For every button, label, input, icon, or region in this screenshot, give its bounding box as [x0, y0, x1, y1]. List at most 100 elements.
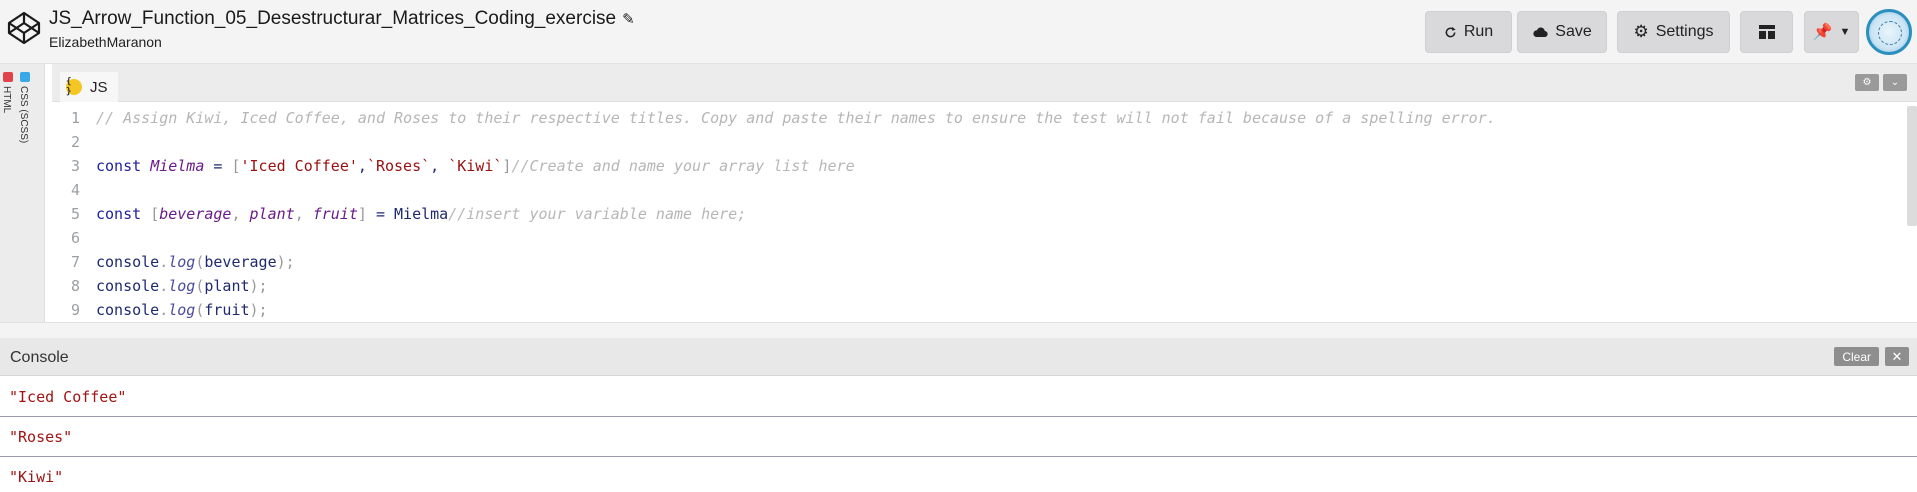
console-title: Console: [10, 349, 69, 366]
code-token: fruit: [312, 205, 358, 223]
code-area[interactable]: 1 // Assign Kiwi, Iced Coffee, and Roses …: [52, 102, 1917, 322]
code-token: =: [204, 157, 232, 175]
console-log-entry: "Kiwi": [0, 457, 1917, 492]
js-editor[interactable]: { } JS ⚙ ⌄ 1 // Assign Kiwi, Iced Coffee,…: [52, 64, 1917, 322]
code-text[interactable]: // Assign Kiwi, Iced Coffee, and Roses t…: [96, 109, 1496, 127]
edit-pencil-icon[interactable]: ✎: [622, 10, 635, 28]
tab-js[interactable]: { } JS: [60, 72, 118, 102]
gear-icon: ⚙: [1633, 22, 1649, 41]
code-token: //Create and name your array list here: [511, 157, 855, 175]
code-token: console: [96, 253, 160, 271]
refresh-icon: [1445, 26, 1456, 37]
editor-collapse-chevron-icon[interactable]: ⌄: [1883, 74, 1907, 91]
user-avatar[interactable]: [1866, 9, 1912, 55]
console-clear-button[interactable]: Clear: [1834, 347, 1879, 366]
resize-divider[interactable]: [0, 322, 1917, 338]
console-log-entry: "Roses": [0, 417, 1917, 457]
code-token: .: [159, 301, 169, 319]
code-token: 'Iced Coffee': [240, 157, 358, 175]
code-token: =: [366, 205, 395, 223]
code-token: const: [96, 205, 151, 223]
code-token: log: [168, 277, 196, 295]
code-token: const: [96, 157, 151, 175]
code-token: );: [249, 277, 268, 295]
code-token: ,: [430, 157, 449, 175]
code-token: .: [159, 253, 169, 271]
css-badge-icon: [20, 72, 30, 82]
code-text[interactable]: console.log(fruit);: [96, 301, 268, 319]
code-token: ,: [294, 205, 313, 223]
js-badge-icon: { }: [66, 77, 82, 97]
code-text[interactable]: const Mielma = ['Iced Coffee',`Roses`, `…: [96, 157, 855, 175]
header-bar: JS_Arrow_Function_05_Desestructurar_Matr…: [0, 0, 1917, 64]
code-line[interactable]: 7 console.log(beverage);: [52, 250, 295, 274]
code-token: ]: [357, 205, 367, 223]
code-token: );: [249, 301, 268, 319]
html-badge-icon: [3, 72, 13, 82]
line-number: 9: [70, 301, 80, 319]
console-close-icon[interactable]: ✕: [1885, 347, 1909, 366]
code-token: ,: [231, 205, 250, 223]
code-token: log: [168, 301, 196, 319]
line-number: 3: [70, 157, 80, 175]
author-name[interactable]: ElizabethMaranon: [49, 34, 635, 50]
code-token: .: [159, 277, 169, 295]
code-token: beverage: [204, 253, 277, 271]
code-line[interactable]: 8 console.log(plant);: [52, 274, 268, 298]
cloud-icon: [1533, 27, 1548, 38]
pen-title-text[interactable]: JS_Arrow_Function_05_Desestructurar_Matr…: [49, 8, 616, 30]
run-button[interactable]: Run: [1425, 11, 1512, 53]
layout-grid-icon: [1758, 25, 1775, 39]
console-log-entry: "Iced Coffee": [0, 377, 1917, 417]
editor-tabbar: { } JS ⚙ ⌄: [52, 64, 1917, 102]
code-token: fruit: [204, 301, 250, 319]
code-line[interactable]: 3 const Mielma = ['Iced Coffee',`Roses`, …: [52, 154, 855, 178]
code-text[interactable]: const [beverage, plant, fruit] = Mielma/…: [96, 205, 746, 223]
code-token: `Kiwi`: [448, 157, 503, 175]
code-token: plant: [204, 277, 250, 295]
code-token: Mielma: [394, 205, 449, 223]
code-token: log: [168, 253, 196, 271]
line-number: 8: [70, 277, 80, 295]
code-token: [: [150, 205, 160, 223]
code-line[interactable]: 9 console.log(fruit);: [52, 298, 268, 322]
css-editor-collapsed[interactable]: CSS (SCSS): [18, 72, 32, 143]
line-number: 6: [70, 229, 80, 247]
line-number: 7: [70, 253, 80, 271]
run-button-label: Run: [1463, 23, 1494, 40]
code-line[interactable]: 4: [52, 178, 96, 202]
code-token: );: [276, 253, 295, 271]
pen-title[interactable]: JS_Arrow_Function_05_Desestructurar_Matr…: [49, 8, 635, 30]
code-token: Mielma: [150, 157, 205, 175]
code-text[interactable]: console.log(plant);: [96, 277, 268, 295]
layout-button[interactable]: [1740, 11, 1793, 53]
code-token: ,: [357, 157, 367, 175]
console-header: Console Clear ✕: [0, 338, 1917, 376]
pin-menu-button[interactable]: 📌 ▼: [1804, 11, 1859, 53]
code-line[interactable]: 5 const [beverage, plant, fruit] = Mielma…: [52, 202, 746, 226]
line-number: 1: [70, 109, 80, 127]
code-line[interactable]: 1 // Assign Kiwi, Iced Coffee, and Roses …: [52, 106, 1496, 130]
collapsed-editors-rail: HTML CSS (SCSS): [0, 64, 45, 322]
html-editor-label: HTML: [1, 86, 12, 114]
save-button-label: Save: [1555, 23, 1592, 40]
code-line[interactable]: 6: [52, 226, 96, 250]
settings-button-label: Settings: [1655, 23, 1714, 40]
code-token: plant: [249, 205, 295, 223]
line-number: 5: [70, 205, 80, 223]
code-line[interactable]: 2: [52, 130, 96, 154]
css-editor-label: CSS (SCSS): [18, 86, 29, 144]
html-editor-collapsed[interactable]: HTML: [1, 72, 15, 113]
code-text[interactable]: console.log(beverage);: [96, 253, 295, 271]
save-button[interactable]: Save: [1517, 11, 1607, 53]
code-token: console: [96, 301, 160, 319]
pin-icon: 📌: [1812, 24, 1833, 41]
editor-settings-gear-icon[interactable]: ⚙: [1855, 74, 1879, 91]
settings-button[interactable]: ⚙ Settings: [1617, 11, 1730, 53]
code-token: beverage: [159, 205, 232, 223]
codepen-logo-icon[interactable]: [6, 10, 42, 46]
code-token: //insert your variable name here;: [448, 205, 747, 223]
code-token: console: [96, 277, 160, 295]
editor-scrollbar[interactable]: [1907, 106, 1917, 226]
tab-js-label: JS: [90, 78, 108, 96]
